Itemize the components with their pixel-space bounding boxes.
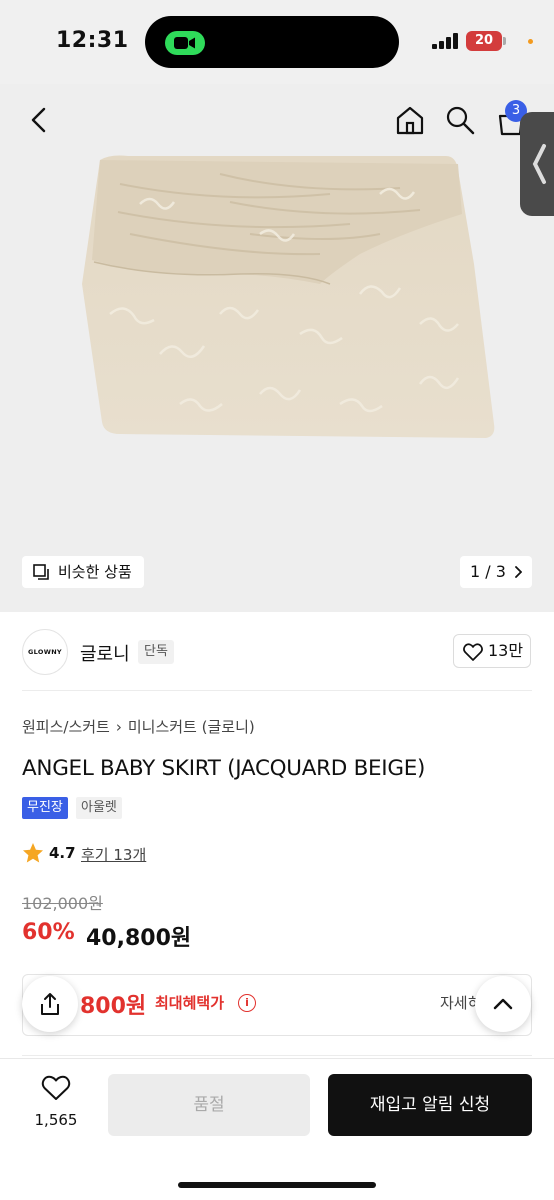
breadcrumb-subcategory[interactable]: 미니스커트 (글로니): [128, 718, 255, 736]
heart-icon: [463, 643, 483, 661]
brand-logo[interactable]: GLOWNY: [22, 629, 68, 675]
chevron-up-icon: [493, 998, 513, 1010]
image-pager[interactable]: 1 / 3: [460, 556, 532, 588]
home-indicator: [178, 1182, 376, 1188]
product-title: ANGEL BABY SKIRT (JACQUARD BEIGE): [22, 756, 426, 781]
sale-price: 40,800원: [86, 926, 192, 951]
benefit-amount: 800원: [80, 994, 147, 1019]
privacy-dot: [528, 39, 533, 44]
heart-icon: [41, 1075, 71, 1100]
status-time: 12:31: [56, 28, 129, 53]
dynamic-island: [145, 16, 399, 68]
side-panel-handle[interactable]: [520, 112, 554, 216]
brand-like-button[interactable]: 13만: [453, 634, 531, 668]
battery-icon: 20: [466, 31, 502, 51]
similar-products-label: 비슷한 상품: [58, 563, 132, 581]
share-button[interactable]: [22, 976, 78, 1032]
share-icon: [41, 993, 59, 1015]
search-icon[interactable]: [444, 104, 476, 136]
video-camera-icon: [174, 37, 195, 49]
home-icon[interactable]: [394, 104, 426, 136]
similar-icon: [33, 564, 49, 580]
back-icon[interactable]: [28, 106, 50, 134]
rating-score: 4.7: [49, 844, 76, 862]
original-price: 102,000원: [22, 894, 103, 913]
breadcrumb: 원피스/스커트 › 미니스커트 (글로니): [22, 716, 255, 737]
discount-rate: 60%: [22, 920, 75, 945]
divider: [22, 690, 532, 691]
brand-like-count: 13만: [488, 641, 524, 660]
scroll-top-button[interactable]: [475, 976, 531, 1032]
brand-name[interactable]: 글로니: [80, 640, 130, 666]
signal-icon: [432, 33, 460, 49]
wishlist-button[interactable]: 1,565: [26, 1075, 86, 1129]
divider: [22, 1055, 532, 1056]
restock-alert-button[interactable]: 재입고 알림 신청: [328, 1074, 532, 1136]
benefit-label: 최대혜택가: [155, 994, 225, 1012]
similar-products-button[interactable]: 비슷한 상품: [22, 556, 144, 588]
status-bar: 12:31 20: [0, 0, 554, 84]
breadcrumb-separator: ›: [115, 718, 122, 736]
chevron-left-icon: [532, 144, 546, 184]
info-icon[interactable]: i: [238, 994, 256, 1012]
review-count-link[interactable]: 후기 13개: [81, 844, 146, 865]
soldout-button: 품절: [108, 1074, 310, 1136]
wishlist-count: 1,565: [34, 1111, 78, 1129]
star-icon: [23, 843, 43, 863]
product-image-gallery[interactable]: [0, 84, 554, 612]
breadcrumb-category[interactable]: 원피스/스커트: [22, 718, 110, 736]
chevron-right-icon: [515, 566, 522, 578]
tag-outlet: 아울렛: [76, 797, 122, 819]
exclusive-badge: 단독: [138, 640, 174, 664]
battery-cap: [503, 37, 506, 45]
pager-text: 1 / 3: [470, 562, 506, 581]
tag-mujinjang: 무진장: [22, 797, 68, 819]
facetime-pill: [165, 31, 205, 55]
skirt-image: [82, 155, 495, 438]
